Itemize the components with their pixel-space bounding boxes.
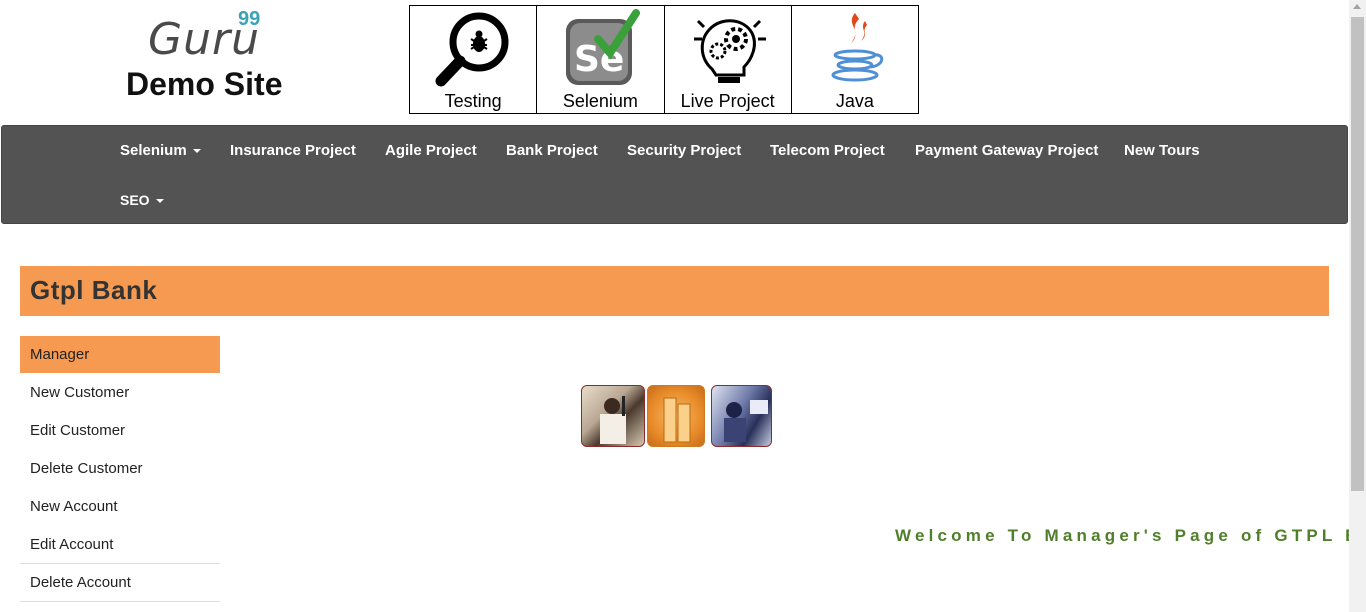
sidebar-item-new-customer[interactable]: New Customer [20,374,220,412]
nav-security-project[interactable]: Security Project [627,142,741,159]
scroll-up-arrow-icon[interactable] [1353,4,1361,9]
welcome-text: Welcome To Manager's Page of GTPL Ba [895,526,1349,545]
tile-label: Testing [444,91,502,111]
sidebar-item-delete-customer[interactable]: Delete Customer [20,450,220,488]
banker-photo [581,385,645,447]
magnifier-bug-icon [410,8,536,90]
caret-down-icon [192,149,201,154]
logo-subtitle: Demo Site [126,66,283,102]
caret-down-icon [155,199,164,204]
lightbulb-gear-icon [665,8,791,90]
tile-java[interactable]: Java [792,6,918,113]
tile-label: Live Project [680,91,775,111]
bank-banner-images [581,385,772,447]
site-logo[interactable]: Guru 99 Demo Site [120,8,300,108]
page-title: Gtpl Bank [30,275,158,305]
selenium-logo-icon: Se [537,8,663,90]
tile-live-project[interactable]: Live Project [665,6,792,113]
nav-agile-project[interactable]: Agile Project [385,142,477,159]
nav-seo-dropdown[interactable]: SEO [120,192,164,208]
tile-label: Java [835,91,874,111]
nav-payment-gateway-project[interactable]: Payment Gateway Project [915,142,1098,159]
nav-insurance-project[interactable]: Insurance Project [230,142,356,159]
sidebar-item-new-account[interactable]: New Account [20,488,220,526]
tile-selenium[interactable]: Se Selenium [537,6,665,113]
logo-superscript: 99 [238,8,261,30]
java-cup-icon [792,8,918,90]
office-photo [711,385,772,447]
nav-new-tours[interactable]: New Tours [1124,142,1200,159]
page-scrollbar[interactable] [1349,0,1366,612]
nav-selenium-dropdown[interactable]: Selenium [120,142,201,159]
nav-telecom-project[interactable]: Telecom Project [770,142,885,159]
topic-tiles: Testing Se Selenium Live Project Java [409,5,919,114]
sidebar-item-manager[interactable]: Manager [20,336,220,374]
nav-label: SEO [120,192,150,208]
sidebar-item-edit-customer[interactable]: Edit Customer [20,412,220,450]
nav-label: Selenium [120,142,187,159]
coins-photo [647,385,705,447]
main-navbar: Selenium Insurance Project Agile Project… [1,125,1348,224]
welcome-marquee: Welcome To Manager's Page of GTPL Ba [0,524,1349,550]
tile-testing[interactable]: Testing [410,6,538,113]
nav-bank-project[interactable]: Bank Project [506,142,598,159]
scrollbar-thumb[interactable] [1351,17,1364,491]
sidebar-menu: Manager New Customer Edit Customer Delet… [20,336,220,602]
sidebar-item-delete-account[interactable]: Delete Account [20,564,220,602]
tile-label: Selenium [562,91,638,111]
bank-header: Gtpl Bank [20,266,1329,316]
